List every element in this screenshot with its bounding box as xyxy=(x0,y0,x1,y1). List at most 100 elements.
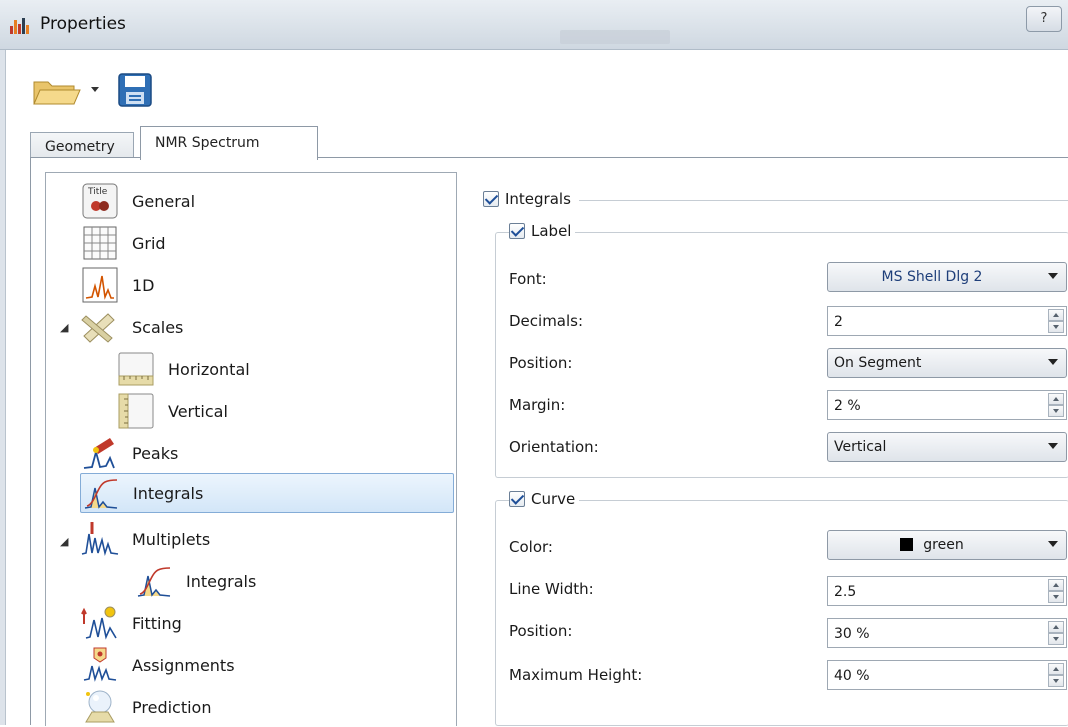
tree-item-label: Assignments xyxy=(132,655,235,675)
tree-item-label: Peaks xyxy=(132,443,179,463)
tree-item-label: Grid xyxy=(132,233,166,253)
expand-arrow-icon[interactable]: ◢ xyxy=(60,321,70,334)
margin-value: 2 % xyxy=(834,398,861,414)
color-select[interactable]: green xyxy=(827,530,1067,560)
spin-down-icon[interactable] xyxy=(1048,633,1064,645)
title-blur xyxy=(560,30,670,44)
font-label: Font: xyxy=(509,270,547,288)
integrals-icon xyxy=(84,479,118,509)
horizontal-scale-icon xyxy=(118,352,154,386)
checkbox-icon xyxy=(509,491,525,507)
tree-item-integrals[interactable]: Integrals xyxy=(80,473,454,513)
tree-item-peaks[interactable]: Peaks xyxy=(80,433,440,473)
tree-item-1d[interactable]: 1D xyxy=(80,265,440,305)
integrals-checkbox[interactable]: Integrals xyxy=(483,190,571,208)
curve-checkbox[interactable]: Curve xyxy=(509,490,580,508)
tree-item-label: Horizontal xyxy=(168,359,250,379)
tree-item-label: General xyxy=(132,191,196,211)
tree-item-assignments[interactable]: Assignments xyxy=(80,645,440,685)
spin-down-icon[interactable] xyxy=(1048,321,1064,333)
vertical-scale-icon xyxy=(118,393,154,429)
integrals-checkbox-label: Integrals xyxy=(505,190,571,208)
chevron-down-icon xyxy=(1048,541,1058,547)
color-select-value: green xyxy=(828,537,1036,553)
decimals-spinbox[interactable]: 2 xyxy=(827,306,1067,336)
position-select-value: On Segment xyxy=(834,355,922,371)
max-height-value: 40 % xyxy=(834,668,870,684)
curve-position-label: Position: xyxy=(509,622,573,640)
curve-position-value: 30 % xyxy=(834,626,870,642)
grid-icon xyxy=(83,226,117,260)
fitting-icon xyxy=(81,606,117,640)
spin-up-icon[interactable] xyxy=(1048,309,1064,321)
svg-text:Title: Title xyxy=(87,187,108,197)
position-label: Position: xyxy=(509,354,573,372)
tree-item-label: Integrals xyxy=(133,483,204,503)
tree-item-label: Multiplets xyxy=(132,529,211,549)
peaks-icon xyxy=(83,438,115,469)
chevron-down-icon xyxy=(91,87,99,92)
spin-down-icon[interactable] xyxy=(1048,675,1064,687)
label-checkbox-label: Label xyxy=(531,222,572,240)
tree-item-general[interactable]: Title General xyxy=(80,181,440,221)
tree-item-label: 1D xyxy=(132,275,155,295)
margin-label: Margin: xyxy=(509,396,566,414)
color-label: Color: xyxy=(509,538,553,556)
spin-buttons xyxy=(1048,579,1064,603)
properties-window: Properties ? Geometry NMR Spectrum Title… xyxy=(0,0,1068,726)
settings-tree[interactable]: Title General Grid 1D ◢ Scales Horizonta… xyxy=(45,172,457,726)
spin-up-icon[interactable] xyxy=(1048,393,1064,405)
tree-item-multiplet-integrals[interactable]: Integrals xyxy=(134,561,440,601)
integrals-properties: Integrals Label Font: MS Shell Dlg 2 Dec… xyxy=(481,182,1068,726)
tree-item-label: Scales xyxy=(132,317,184,337)
expand-arrow-icon[interactable]: ◢ xyxy=(60,535,70,548)
curve-position-spinbox[interactable]: 30 % xyxy=(827,618,1067,648)
scales-icon xyxy=(81,313,115,343)
app-icon xyxy=(10,18,29,34)
save-disk-icon xyxy=(118,73,152,107)
title-bar: Properties ? xyxy=(0,0,1068,50)
chevron-down-icon xyxy=(1048,273,1058,279)
chevron-down-icon xyxy=(1048,443,1058,449)
position-select[interactable]: On Segment xyxy=(827,348,1067,378)
tree-item-fitting[interactable]: Fitting xyxy=(80,603,440,643)
tree-item-grid[interactable]: Grid xyxy=(80,223,440,263)
tab-geometry[interactable]: Geometry xyxy=(30,132,134,158)
orientation-label: Orientation: xyxy=(509,438,599,456)
line-width-spinbox[interactable]: 2.5 xyxy=(827,576,1067,606)
spin-down-icon[interactable] xyxy=(1048,591,1064,603)
font-select-value: MS Shell Dlg 2 xyxy=(881,269,983,285)
decimals-value: 2 xyxy=(834,314,843,330)
tree-item-vertical[interactable]: Vertical xyxy=(116,391,440,431)
spin-up-icon[interactable] xyxy=(1048,579,1064,591)
prediction-icon xyxy=(85,690,115,723)
tree-item-horizontal[interactable]: Horizontal xyxy=(116,349,440,389)
separator xyxy=(579,200,1068,201)
multiplets-icon xyxy=(81,522,119,556)
margin-spinbox[interactable]: 2 % xyxy=(827,390,1067,420)
tree-item-label: Prediction xyxy=(132,697,212,717)
spin-up-icon[interactable] xyxy=(1048,663,1064,675)
font-select[interactable]: MS Shell Dlg 2 xyxy=(827,262,1067,292)
spin-buttons xyxy=(1048,393,1064,417)
spin-buttons xyxy=(1048,621,1064,645)
tree-item-prediction[interactable]: Prediction xyxy=(80,687,440,727)
label-checkbox[interactable]: Label xyxy=(509,222,576,240)
help-button[interactable]: ? xyxy=(1026,6,1062,32)
spin-up-icon[interactable] xyxy=(1048,621,1064,633)
open-button[interactable] xyxy=(30,68,110,112)
spin-buttons xyxy=(1048,663,1064,687)
spectrum-1d-icon xyxy=(82,267,118,303)
spin-down-icon[interactable] xyxy=(1048,405,1064,417)
orientation-select[interactable]: Vertical xyxy=(827,432,1067,462)
decimals-label: Decimals: xyxy=(509,312,584,330)
tree-item-scales[interactable]: Scales xyxy=(80,307,440,347)
max-height-spinbox[interactable]: 40 % xyxy=(827,660,1067,690)
tab-nmr-spectrum[interactable]: NMR Spectrum xyxy=(140,126,318,160)
color-name: green xyxy=(923,537,964,553)
save-button[interactable] xyxy=(116,68,156,112)
checkbox-icon xyxy=(483,191,499,207)
tree-item-multiplets[interactable]: Multiplets xyxy=(80,519,440,559)
integrals-icon xyxy=(137,567,171,597)
title-icon: Title xyxy=(82,183,118,219)
